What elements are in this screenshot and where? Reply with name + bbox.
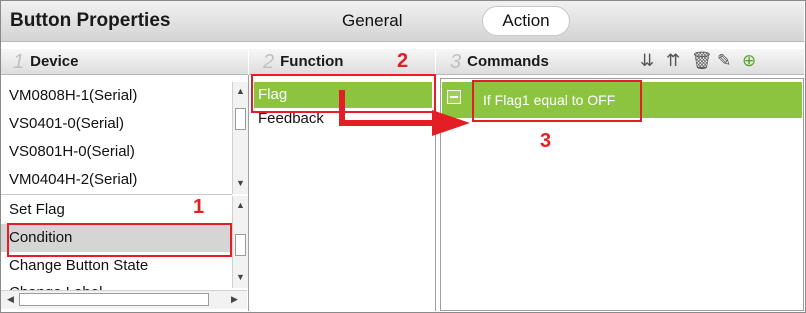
scroll-up-icon[interactable]: ▲ [233,200,248,210]
scroll-down-icon[interactable]: ▼ [236,178,245,188]
annotation-number-1: 1 [193,196,205,218]
annotation-box-command [472,80,642,122]
list-item[interactable]: VM0808H-1(Serial) [1,82,232,110]
scrollbar-thumb[interactable] [235,108,246,130]
device-list-scrollbar[interactable]: ▲ ▼ [232,82,248,194]
edit-icon[interactable]: ✎ [717,51,731,71]
commands-column-number: 3 [450,51,462,73]
device-column-label: Device [30,53,79,70]
move-down-icon[interactable]: ⇊ [640,51,654,71]
delete-icon[interactable]: 🗑 [691,51,713,71]
list-item[interactable]: VS0401-0(Serial) [1,110,232,138]
add-icon[interactable]: ⊕ [742,51,756,71]
horizontal-scrollbar[interactable]: ◀ ▶ [1,290,247,309]
list-item[interactable]: VM0404H-2(Serial) [1,166,232,194]
action-list-scrollbar[interactable]: ▲ ▼ [232,196,248,288]
tab-general[interactable]: General [342,11,402,31]
annotation-box-condition [7,223,232,257]
scrollbar-thumb[interactable] [235,234,246,256]
scroll-right-icon[interactable]: ▶ [231,294,238,305]
scroll-up-icon[interactable]: ▲ [233,86,248,96]
device-column-number: 1 [13,51,25,73]
scrollbar-thumb[interactable] [19,293,209,306]
function-column-label: Function [280,53,344,70]
list-item[interactable]: VS0801H-0(Serial) [1,138,232,166]
device-column-header: 1 Device [1,48,248,75]
scroll-down-icon[interactable]: ▼ [236,272,245,282]
annotation-number-2: 2 [397,50,409,72]
commands-column-label: Commands [467,53,549,70]
window-title: Button Properties [10,10,171,31]
device-list: VM0808H-1(Serial) VS0401-0(Serial) VS080… [1,82,232,194]
function-column-number: 2 [263,51,275,73]
move-up-icon[interactable]: ⇈ [666,51,680,71]
annotation-arrow [339,90,470,136]
list-divider [1,194,232,195]
tab-action[interactable]: Action [482,6,570,36]
annotation-number-3: 3 [540,130,552,152]
scroll-left-icon[interactable]: ◀ [7,294,14,305]
